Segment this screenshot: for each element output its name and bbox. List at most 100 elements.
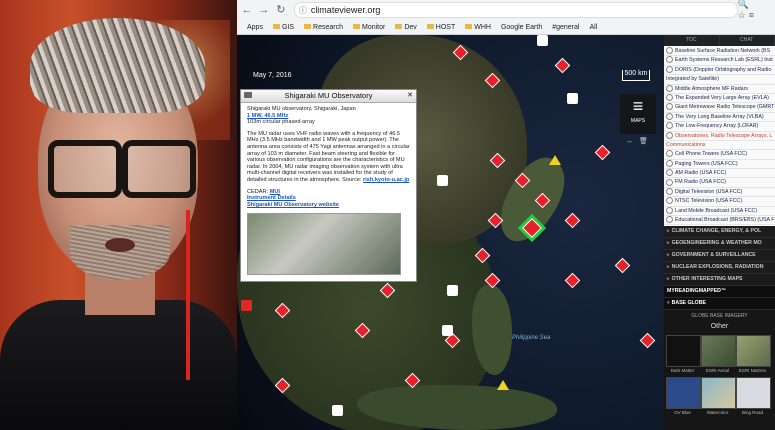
visibility-icon[interactable] xyxy=(666,206,673,214)
map-tool-icons[interactable]: ↔🗑 xyxy=(626,137,654,145)
category-climate[interactable]: ▸ CLIMATE CHANGE, ENERGY, & POL xyxy=(664,226,775,239)
tab-chat[interactable]: CHAT xyxy=(720,35,775,46)
layer-item[interactable]: FM Radio (USA FCC) xyxy=(664,178,775,188)
layer-group-communications[interactable]: Communications xyxy=(664,141,775,151)
category-label: GOVERNMENT & SURVEILLANCE xyxy=(671,252,756,259)
globe-map[interactable]: May 7, 2016 500 km Philippine Sea Shigar… xyxy=(237,35,664,430)
map-marker[interactable] xyxy=(564,272,581,289)
extension-icons[interactable]: 🔍☆≡ xyxy=(738,0,771,21)
map-marker[interactable] xyxy=(639,332,656,349)
imagery-option[interactable]: Watercolor xyxy=(701,377,736,416)
layer-item[interactable]: Educational Broadcast (BRS/EBS) (USA F xyxy=(664,216,775,226)
category-other-maps[interactable]: ▸ OTHER INTERESTING MAPS xyxy=(664,274,775,287)
bookmark-apps[interactable]: Apps xyxy=(247,24,263,31)
visibility-icon[interactable] xyxy=(666,169,673,177)
category-myreadingmapped[interactable]: MYREADINGMAPPED™ xyxy=(664,286,775,299)
hamburger-icon: ≡ xyxy=(632,96,644,116)
visibility-icon[interactable] xyxy=(666,103,673,111)
station-marker[interactable] xyxy=(332,405,343,416)
visibility-icon[interactable] xyxy=(666,94,673,102)
layer-item[interactable]: Paging Towers (USA FCC) xyxy=(664,159,775,170)
visibility-icon[interactable] xyxy=(666,216,673,224)
category-government[interactable]: ▸ GOVERNMENT & SURVEILLANCE xyxy=(664,250,775,263)
station-marker[interactable] xyxy=(241,300,252,311)
layer-item[interactable]: The Low-Frequency Array (LOFAR) xyxy=(664,122,775,132)
station-marker[interactable] xyxy=(437,175,448,186)
imagery-option[interactable]: OV Blue xyxy=(666,377,701,416)
power-link[interactable]: 1 MW, 46.5 MHz xyxy=(247,113,288,119)
category-geoengineering[interactable]: ▸ GEOENGINEERING & WEATHER MO xyxy=(664,238,775,251)
warning-marker[interactable] xyxy=(549,155,561,165)
layer-item[interactable]: Cell Phone Towers (USA FCC) xyxy=(664,150,775,160)
map-marker[interactable] xyxy=(554,57,571,74)
warning-marker[interactable] xyxy=(497,380,509,390)
cedar-link[interactable]: MUI xyxy=(270,189,280,195)
visibility-icon[interactable] xyxy=(666,112,673,120)
visibility-icon[interactable] xyxy=(666,131,673,139)
instrument-details-link[interactable]: Instrument Details xyxy=(247,195,296,201)
layer-item[interactable]: AM Radio (USA FCC) xyxy=(664,169,775,179)
imagery-option[interactable]: Dark Matter xyxy=(666,335,701,374)
station-marker[interactable] xyxy=(447,285,458,296)
camera-icon[interactable] xyxy=(244,92,252,98)
map-date: May 7, 2016 xyxy=(253,72,292,79)
map-marker[interactable] xyxy=(564,212,581,229)
layer-item[interactable]: NTSC Television (USA FCC) xyxy=(664,197,775,207)
layer-item[interactable]: Baseline Surface Radiation Network (BS xyxy=(664,47,775,57)
category-base-globe[interactable]: ▾ BASE GLOBE xyxy=(664,298,775,311)
map-marker[interactable] xyxy=(614,257,631,274)
visibility-icon[interactable] xyxy=(666,187,673,195)
visibility-icon[interactable] xyxy=(666,197,673,205)
imagery-thumbnails: Dark Matter ESRI Aerial ESRI NatGeo OV B… xyxy=(664,334,775,418)
bookmark-research[interactable]: Research xyxy=(304,24,343,31)
reload-icon[interactable]: ↻ xyxy=(274,3,288,17)
website-link[interactable]: Shigaraki MU Observatory website xyxy=(247,202,339,208)
visibility-icon[interactable] xyxy=(666,178,673,186)
bookmark-monitor[interactable]: Monitor xyxy=(353,24,385,31)
imagery-caption: OV Blue xyxy=(674,410,691,416)
visibility-icon[interactable] xyxy=(666,56,673,64)
visibility-icon[interactable] xyxy=(666,150,673,158)
bookmark-all[interactable]: All xyxy=(589,24,597,31)
layer-item[interactable]: Middle Atmosphere MF Radars xyxy=(664,84,775,94)
layer-item[interactable]: The Expanded Very Large Array (EVLA) xyxy=(664,94,775,104)
layer-item[interactable]: DORIS (Doppler Orbitography and Radio xyxy=(664,65,775,76)
back-icon[interactable]: ← xyxy=(240,3,254,17)
folder-icon xyxy=(272,24,280,30)
visibility-icon[interactable] xyxy=(666,159,673,167)
imagery-caption: ESRI NatGeo xyxy=(738,368,767,374)
address-bar[interactable]: ⓘ climateviewer.org xyxy=(293,2,738,18)
layer-item[interactable]: Giant Metrewave Radio Telescope (GMRT xyxy=(664,103,775,113)
forward-icon[interactable]: → xyxy=(257,3,271,17)
folder-icon xyxy=(426,24,434,30)
bookmark-host[interactable]: HOST xyxy=(426,24,455,31)
station-marker[interactable] xyxy=(442,325,453,336)
layer-item[interactable]: Digital Television (USA FCC) xyxy=(664,187,775,198)
visibility-icon[interactable] xyxy=(666,47,673,55)
station-marker[interactable] xyxy=(537,35,548,46)
category-nuclear[interactable]: ▸ NUCLEAR EXPLOSIONS, RADIATION xyxy=(664,262,775,275)
station-marker[interactable] xyxy=(567,93,578,104)
bookmark-google-earth[interactable]: Google Earth xyxy=(501,24,542,31)
layer-item[interactable]: Land Mobile Broadcast (USA FCC) xyxy=(664,206,775,217)
bookmark-dev[interactable]: Dev xyxy=(395,24,417,31)
source-link[interactable]: rish.kyoto-u.ac.jp xyxy=(363,177,409,183)
panel-tabs: TOC CHAT xyxy=(664,35,775,46)
visibility-icon[interactable] xyxy=(666,122,673,130)
bookmark-whh[interactable]: WHH xyxy=(465,24,491,31)
visibility-icon[interactable] xyxy=(666,65,673,73)
bookmark-gis[interactable]: GIS xyxy=(272,24,294,31)
layer-item-active[interactable]: Observatories, Radio Telescope Arrays, L xyxy=(664,131,775,141)
layer-item[interactable]: The Very Long Baseline Array (VLBA) xyxy=(664,112,775,123)
map-marker[interactable] xyxy=(594,144,611,161)
imagery-option[interactable]: Bing Road xyxy=(736,377,771,416)
maps-button[interactable]: ≡ MAPS xyxy=(620,94,656,134)
tab-toc[interactable]: TOC xyxy=(664,35,720,46)
page-info-icon[interactable]: ⓘ xyxy=(299,5,307,16)
close-icon[interactable]: ✕ xyxy=(407,90,413,102)
imagery-option[interactable]: ESRI NatGeo xyxy=(736,335,771,374)
layer-item[interactable]: Earth Systems Research Lab (ESRL) Inst xyxy=(664,56,775,66)
bookmark-general[interactable]: #general xyxy=(552,24,579,31)
imagery-option[interactable]: ESRI Aerial xyxy=(701,335,736,374)
visibility-icon[interactable] xyxy=(666,84,673,92)
